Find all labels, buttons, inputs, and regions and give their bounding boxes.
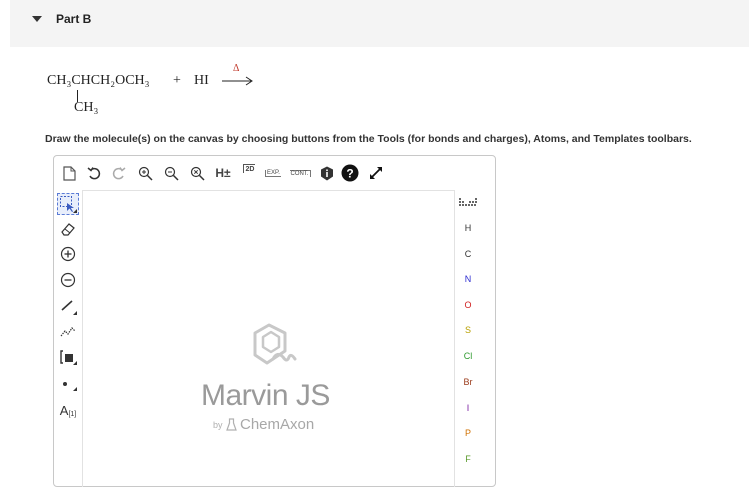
chemaxon-flask-icon <box>226 418 237 431</box>
rectangle-select-tool-icon[interactable] <box>57 193 79 215</box>
atom-button-cl[interactable]: Cl <box>454 351 482 361</box>
negative-charge-icon[interactable] <box>58 270 78 290</box>
hydrogen-toggle-button[interactable]: H± <box>212 164 234 182</box>
plus-sign: + <box>173 73 181 88</box>
chain-tool-icon[interactable] <box>58 321 78 341</box>
reaction-arrow-icon <box>222 76 253 86</box>
undo-icon[interactable] <box>85 164 103 182</box>
eraser-tool-icon[interactable] <box>58 219 78 239</box>
left-toolbar: A [1] <box>54 190 82 486</box>
part-header: Part B <box>10 0 749 47</box>
atom-map-index: [1] <box>68 411 77 418</box>
fullscreen-icon[interactable] <box>367 164 385 182</box>
atom-map-label: A <box>59 403 69 418</box>
bracket-tool-icon[interactable] <box>58 347 78 367</box>
zoom-in-icon[interactable] <box>136 164 154 182</box>
contract-label: CONT. <box>289 169 311 177</box>
atom-button-o[interactable]: O <box>454 300 482 310</box>
reagent: HI <box>194 73 209 88</box>
clean-2d-label: 2D <box>242 164 256 173</box>
atom-button-p[interactable]: P <box>454 428 482 438</box>
info-icon[interactable] <box>318 164 336 182</box>
new-document-icon[interactable] <box>60 164 78 182</box>
part-title: Part B <box>56 12 92 26</box>
clean-2d-button[interactable]: 2D <box>238 164 260 182</box>
instructions-text: Draw the molecule(s) on the canvas by ch… <box>45 133 692 145</box>
branch-group: CH₃ <box>74 100 99 115</box>
svg-text:?: ? <box>346 167 353 181</box>
help-icon[interactable]: ? <box>341 164 359 182</box>
atom-button-n[interactable]: N <box>454 274 482 284</box>
atom-button-br[interactable]: Br <box>454 377 482 387</box>
chemaxon-text: ChemAxon <box>240 416 315 433</box>
zoom-fit-icon[interactable] <box>188 164 206 182</box>
expand-label: EXP. <box>265 169 281 177</box>
atom-map-tool-button[interactable]: A [1] <box>58 398 78 418</box>
contract-group-button[interactable]: CONT. <box>289 164 311 182</box>
radical-tool-icon[interactable] <box>58 373 78 393</box>
reactant-formula: CH₃CHCH₂OCH₃ <box>47 73 150 88</box>
marvin-editor: H± 2D EXP. CONT. ? A [1] Marvin JS by Ch… <box>53 155 496 487</box>
marvin-by-text: by <box>213 420 223 430</box>
atom-button-c[interactable]: C <box>454 249 482 259</box>
reaction-equation: CH₃CHCH₂OCH₃ + HI Δ CH₃ <box>47 63 307 124</box>
positive-charge-icon[interactable] <box>58 244 78 264</box>
collapse-toggle-icon[interactable] <box>32 16 42 22</box>
atom-button-s[interactable]: S <box>454 325 482 335</box>
marvin-logo-text: Marvin JS <box>201 379 330 412</box>
single-bond-tool-icon[interactable] <box>58 296 78 316</box>
periodic-table-icon[interactable] <box>454 198 482 210</box>
drawing-canvas[interactable]: Marvin JS by ChemAxon <box>82 190 455 487</box>
marvin-logo-icon <box>253 323 297 365</box>
atom-button-f[interactable]: F <box>454 454 482 464</box>
redo-icon[interactable] <box>110 164 128 182</box>
top-toolbar: H± 2D EXP. CONT. ? <box>54 156 495 190</box>
expand-group-button[interactable]: EXP. <box>264 164 282 182</box>
atom-button-i[interactable]: I <box>454 403 482 413</box>
atoms-toolbar: H C N O S Cl Br I P F <box>454 190 495 486</box>
atom-button-h[interactable]: H <box>454 223 482 233</box>
zoom-out-icon[interactable] <box>162 164 180 182</box>
